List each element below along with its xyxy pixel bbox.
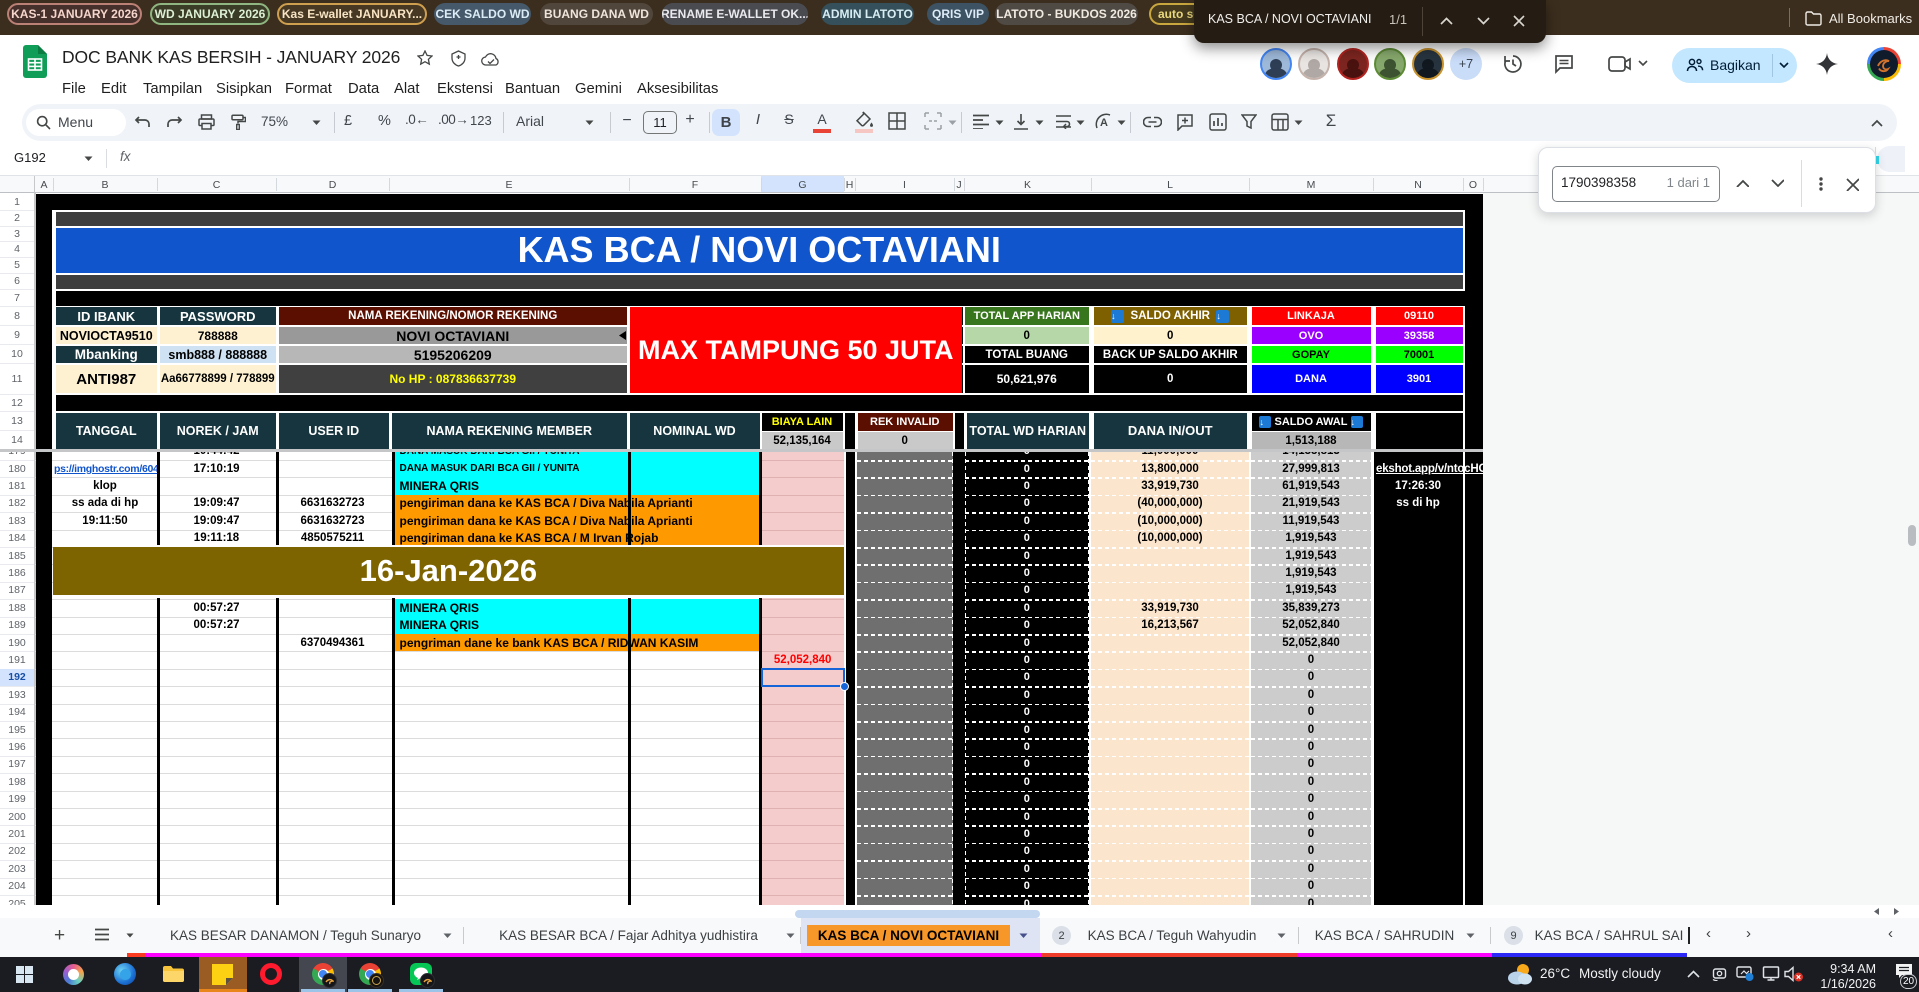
svg-text:A: A — [1100, 117, 1108, 129]
